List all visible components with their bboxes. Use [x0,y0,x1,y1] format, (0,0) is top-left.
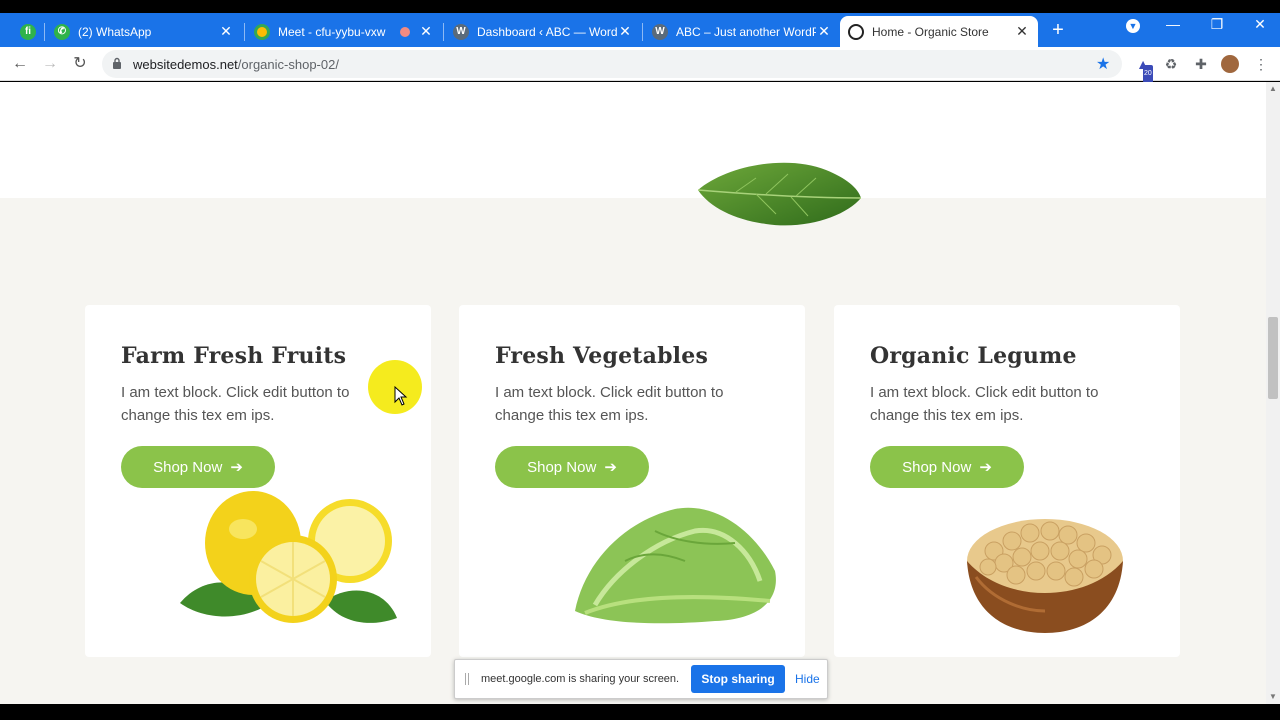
tab-whatsapp[interactable]: ✆ (2) WhatsApp ✕ [46,16,242,47]
shop-now-button[interactable]: Shop Now ➔ [870,446,1024,488]
mouse-cursor-icon [394,386,408,406]
close-icon[interactable]: ✕ [218,23,234,40]
scroll-down-icon[interactable]: ▼ [1266,692,1280,701]
card-title: Fresh Vegetables [495,343,709,369]
bookmark-star-icon[interactable]: ★ [1096,54,1110,74]
soybeans-bowl-image [967,519,1123,633]
toolbar: ← → ↻ websitedemos.net/organic-shop-02/ … [0,47,1280,83]
screen-share-bar: meet.google.com is sharing your screen. … [454,659,828,699]
browser-window: fi ✆ (2) WhatsApp ✕ Meet - cfu-yybu-vxw … [0,0,1280,720]
tab-search-icon[interactable]: ▼ [1118,16,1148,33]
recording-icon [400,26,410,37]
basil-leaf-image [697,162,862,226]
shop-now-button[interactable]: Shop Now ➔ [495,446,649,488]
close-icon[interactable]: ✕ [1014,23,1030,40]
tab-wp-site[interactable]: W ABC – Just another WordPress ✕ [644,16,840,47]
button-label: Shop Now [902,458,972,476]
share-message: meet.google.com is sharing your screen. [481,673,680,685]
new-tab-button[interactable]: + [1046,18,1070,42]
address-bar[interactable]: websitedemos.net/organic-shop-02/ ★ [102,50,1122,78]
close-icon[interactable]: ✕ [617,23,633,40]
lock-icon [113,57,121,69]
back-icon[interactable]: ← [9,53,31,75]
scrollbar[interactable]: ▲ ▼ [1266,82,1280,704]
forward-icon[interactable]: → [39,53,61,75]
card-title: Organic Legume [870,343,1077,369]
arrow-right-icon: ➔ [230,459,243,476]
wordpress-icon: W [652,23,668,40]
reload-icon[interactable]: ↻ [69,53,91,75]
tab-strip: fi ✆ (2) WhatsApp ✕ Meet - cfu-yybu-vxw … [0,13,1280,47]
tab-title: (2) WhatsApp [78,24,152,39]
close-icon[interactable]: ✕ [816,23,832,40]
tab-title: Home - Organic Store [872,24,989,39]
shop-now-button[interactable]: Shop Now ➔ [121,446,275,488]
restore-icon[interactable]: ❐ [1202,16,1232,33]
card-legume: Organic Legume I am text block. Click ed… [834,305,1180,657]
tab-organic-store[interactable]: Home - Organic Store ✕ [840,16,1038,47]
card-text: I am text block. Click edit button to ch… [121,384,350,424]
whatsapp-icon: ✆ [54,23,70,40]
card-fruits: Farm Fresh Fruits I am text block. Click… [85,305,431,657]
hero-section [0,82,1266,198]
tab-meet[interactable]: Meet - cfu-yybu-vxw ✕ [246,16,442,47]
arrow-right-icon: ➔ [979,459,992,476]
card-title: Farm Fresh Fruits [121,343,347,369]
avatar[interactable] [1221,55,1239,73]
tab-pinned[interactable]: fi [12,16,42,47]
extensions-puzzle-icon[interactable]: ✚ [1192,55,1210,73]
arrow-right-icon: ➔ [604,459,617,476]
close-icon[interactable]: ✕ [418,23,434,40]
extension-badge: 20 [1143,65,1153,83]
scroll-up-icon[interactable]: ▲ [1266,84,1280,93]
card-vegetables: Fresh Vegetables I am text block. Click … [459,305,805,657]
card-text: I am text block. Click edit button to ch… [870,384,1099,424]
fi-icon: fi [20,23,36,40]
stop-sharing-button[interactable]: Stop sharing [691,665,785,693]
drag-handle-icon[interactable] [465,673,469,685]
meet-icon [254,23,270,40]
lettuce-image [575,507,776,624]
scroll-thumb[interactable] [1268,317,1278,399]
page-content: Farm Fresh Fruits I am text block. Click… [0,82,1266,704]
button-label: Shop Now [527,458,597,476]
minimize-icon[interactable]: — [1158,16,1188,32]
extension-graduation-icon[interactable]: ▲ 20 [1134,55,1153,83]
tab-title: ABC – Just another WordPress [676,24,816,39]
window-close-icon[interactable]: ✕ [1245,16,1275,33]
tab-title: Meet - cfu-yybu-vxw [278,24,386,39]
organic-icon [848,23,864,40]
tab-title: Dashboard ‹ ABC — WordPress [477,24,617,39]
url-text: websitedemos.net/organic-shop-02/ [133,57,339,72]
card-text: I am text block. Click edit button to ch… [495,384,724,424]
wordpress-icon: W [453,23,469,40]
hide-link[interactable]: Hide [795,672,820,686]
lemons-image [180,491,397,623]
menu-icon[interactable]: ⋮ [1252,55,1270,73]
button-label: Shop Now [153,458,223,476]
tab-wp-dashboard[interactable]: W Dashboard ‹ ABC — WordPress ✕ [445,16,641,47]
recycle-icon[interactable]: ♻ [1162,55,1180,73]
